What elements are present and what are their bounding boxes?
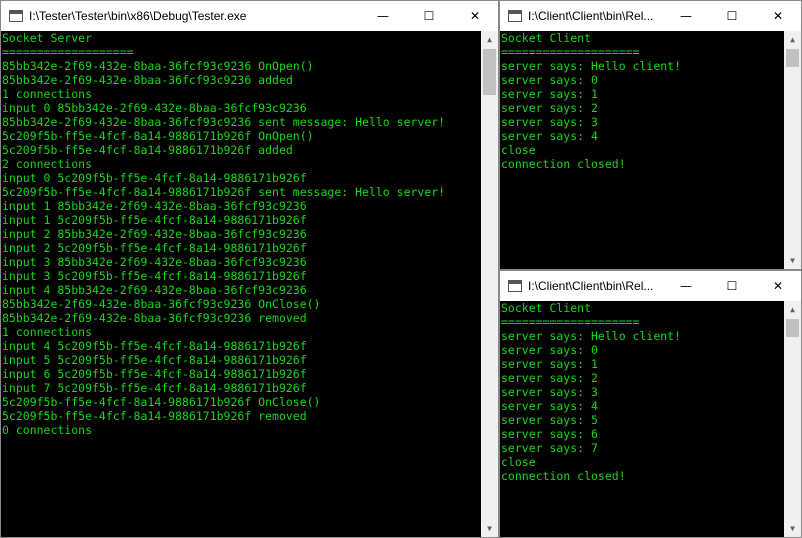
console-line: Socket Server <box>2 31 93 45</box>
console-line: server says: 0 <box>501 73 598 87</box>
console-line: server says: 1 <box>501 357 598 371</box>
scroll-down-arrow-icon[interactable]: ▼ <box>784 520 801 537</box>
console-line: connection closed! <box>501 469 626 483</box>
scroll-thumb[interactable] <box>483 49 496 95</box>
console-line: input 5 5c209f5b-ff5e-4fcf-8a14-9886171b… <box>2 353 307 367</box>
console-app-icon <box>9 10 23 22</box>
console-line: close <box>501 455 536 469</box>
console-line: input 1 85bb342e-2f69-432e-8baa-36fcf93c… <box>2 199 307 213</box>
server-window-title: I:\Tester\Tester\bin\x86\Debug\Tester.ex… <box>29 9 247 23</box>
console-line: input 0 85bb342e-2f69-432e-8baa-36fcf93c… <box>2 101 307 115</box>
close-button[interactable]: ✕ <box>755 1 801 31</box>
close-button[interactable]: ✕ <box>452 1 498 31</box>
console-line: 1 connections <box>2 87 93 101</box>
console-line: input 7 5c209f5b-ff5e-4fcf-8a14-9886171b… <box>2 381 307 395</box>
maximize-button[interactable]: ☐ <box>709 271 755 301</box>
maximize-button[interactable]: ☐ <box>406 1 452 31</box>
close-button[interactable]: ✕ <box>755 271 801 301</box>
console-line: 5c209f5b-ff5e-4fcf-8a14-9886171b926f sen… <box>2 185 446 199</box>
console-line: 5c209f5b-ff5e-4fcf-8a14-9886171b926f rem… <box>2 409 307 423</box>
console-line: server says: 1 <box>501 87 598 101</box>
console-line: 85bb342e-2f69-432e-8baa-36fcf93c9236 rem… <box>2 311 307 325</box>
minimize-button[interactable]: — <box>360 1 406 31</box>
console-line: server says: 2 <box>501 371 598 385</box>
server-scrollbar[interactable]: ▲ ▼ <box>481 31 498 537</box>
server-titlebar[interactable]: I:\Tester\Tester\bin\x86\Debug\Tester.ex… <box>1 1 498 31</box>
console-line: server says: 5 <box>501 413 598 427</box>
console-line: input 4 5c209f5b-ff5e-4fcf-8a14-9886171b… <box>2 339 307 353</box>
client-1-titlebar[interactable]: I:\Client\Client\bin\Rel... — ☐ ✕ <box>500 1 801 31</box>
console-line: server says: 7 <box>501 441 598 455</box>
client-2-scrollbar[interactable]: ▲ ▼ <box>784 301 801 537</box>
scroll-up-arrow-icon[interactable]: ▲ <box>784 31 801 48</box>
client-2-window-title: I:\Client\Client\bin\Rel... <box>528 279 654 293</box>
console-line: 5c209f5b-ff5e-4fcf-8a14-9886171b926f OnC… <box>2 395 321 409</box>
scroll-thumb[interactable] <box>786 319 799 337</box>
console-line: 85bb342e-2f69-432e-8baa-36fcf93c9236 add… <box>2 73 293 87</box>
console-line: 1 connections <box>2 325 93 339</box>
client-console-window-2[interactable]: I:\Client\Client\bin\Rel... — ☐ ✕ Socket… <box>499 270 802 538</box>
console-line: Socket Client <box>501 301 592 315</box>
console-line: server says: 2 <box>501 101 598 115</box>
console-line: ==================== <box>501 45 640 59</box>
console-line: input 0 5c209f5b-ff5e-4fcf-8a14-9886171b… <box>2 171 307 185</box>
client-1-scrollbar[interactable]: ▲ ▼ <box>784 31 801 269</box>
console-line: input 3 5c209f5b-ff5e-4fcf-8a14-9886171b… <box>2 269 307 283</box>
console-line: close <box>501 143 536 157</box>
console-line: server says: 3 <box>501 385 598 399</box>
server-console-window[interactable]: I:\Tester\Tester\bin\x86\Debug\Tester.ex… <box>0 0 499 538</box>
console-app-icon <box>508 10 522 22</box>
console-line: input 2 85bb342e-2f69-432e-8baa-36fcf93c… <box>2 227 307 241</box>
scroll-up-arrow-icon[interactable]: ▲ <box>481 31 498 48</box>
console-app-icon <box>508 280 522 292</box>
console-line: 5c209f5b-ff5e-4fcf-8a14-9886171b926f OnO… <box>2 129 314 143</box>
client-2-console-output: Socket Client ==================== server … <box>500 301 784 537</box>
console-line: server says: 0 <box>501 343 598 357</box>
console-line: 85bb342e-2f69-432e-8baa-36fcf93c9236 sen… <box>2 115 446 129</box>
console-line: Socket Client <box>501 31 592 45</box>
console-line: server says: Hello client! <box>501 329 682 343</box>
scroll-down-arrow-icon[interactable]: ▼ <box>784 252 801 269</box>
console-line: server says: 4 <box>501 399 598 413</box>
client-1-window-title: I:\Client\Client\bin\Rel... <box>528 9 654 23</box>
scroll-down-arrow-icon[interactable]: ▼ <box>481 520 498 537</box>
client-2-titlebar[interactable]: I:\Client\Client\bin\Rel... — ☐ ✕ <box>500 271 801 301</box>
console-line: input 3 85bb342e-2f69-432e-8baa-36fcf93c… <box>2 255 307 269</box>
console-line: 85bb342e-2f69-432e-8baa-36fcf93c9236 OnC… <box>2 297 321 311</box>
console-line: 2 connections <box>2 157 93 171</box>
console-line: 85bb342e-2f69-432e-8baa-36fcf93c9236 OnO… <box>2 59 314 73</box>
console-line: input 1 5c209f5b-ff5e-4fcf-8a14-9886171b… <box>2 213 307 227</box>
scroll-thumb[interactable] <box>786 49 799 67</box>
client-console-window-1[interactable]: I:\Client\Client\bin\Rel... — ☐ ✕ Socket… <box>499 0 802 270</box>
minimize-button[interactable]: — <box>663 1 709 31</box>
console-line: input 6 5c209f5b-ff5e-4fcf-8a14-9886171b… <box>2 367 307 381</box>
console-line: 0 connections <box>2 423 93 437</box>
console-line: server says: Hello client! <box>501 59 682 73</box>
maximize-button[interactable]: ☐ <box>709 1 755 31</box>
client-1-console-output: Socket Client ==================== server … <box>500 31 784 269</box>
console-line: 5c209f5b-ff5e-4fcf-8a14-9886171b926f add… <box>2 143 293 157</box>
console-line: server says: 4 <box>501 129 598 143</box>
scroll-up-arrow-icon[interactable]: ▲ <box>784 301 801 318</box>
console-line: ==================== <box>501 315 640 329</box>
console-line: input 4 85bb342e-2f69-432e-8baa-36fcf93c… <box>2 283 307 297</box>
console-line: server says: 6 <box>501 427 598 441</box>
console-line: =================== <box>2 45 134 59</box>
console-line: connection closed! <box>501 157 626 171</box>
console-line: server says: 3 <box>501 115 598 129</box>
minimize-button[interactable]: — <box>663 271 709 301</box>
server-console-output: Socket Server =================== 85bb342e… <box>1 31 481 537</box>
console-line: input 2 5c209f5b-ff5e-4fcf-8a14-9886171b… <box>2 241 307 255</box>
